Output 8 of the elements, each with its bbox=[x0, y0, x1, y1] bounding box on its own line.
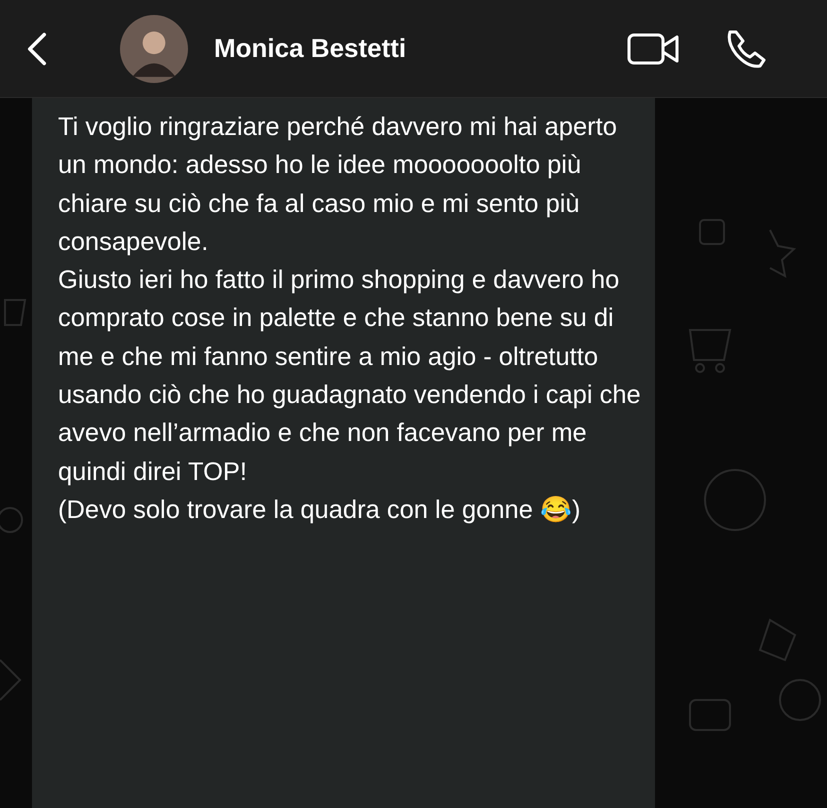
video-call-icon[interactable] bbox=[627, 32, 679, 64]
contact-name[interactable]: Monica Bestetti bbox=[214, 33, 406, 64]
message-text: Ti voglio ringraziare perché davvero mi hai aperto un mondo: adesso ho le idee mooooooolto più chiare su ciò che fa al caso mio e mi sento più consapevole. bbox=[58, 112, 618, 258]
message-text: (Devo solo trovare la quadra con le gonne 😂) bbox=[58, 494, 582, 526]
avatar[interactable] bbox=[120, 14, 188, 82]
back-icon[interactable] bbox=[26, 30, 48, 66]
message-text: Giusto ieri ho fatto il primo shopping e davvero ho comprato cose in palette e che stanno bene su di me e che mi fanno sentire a mio agio - oltretutto usando ciò che ho guadagnato vendendo i capi che avevo nell’armadio e che non facevano per me quindi direi TOP! bbox=[58, 265, 642, 488]
phone-call-icon[interactable] bbox=[727, 28, 767, 68]
